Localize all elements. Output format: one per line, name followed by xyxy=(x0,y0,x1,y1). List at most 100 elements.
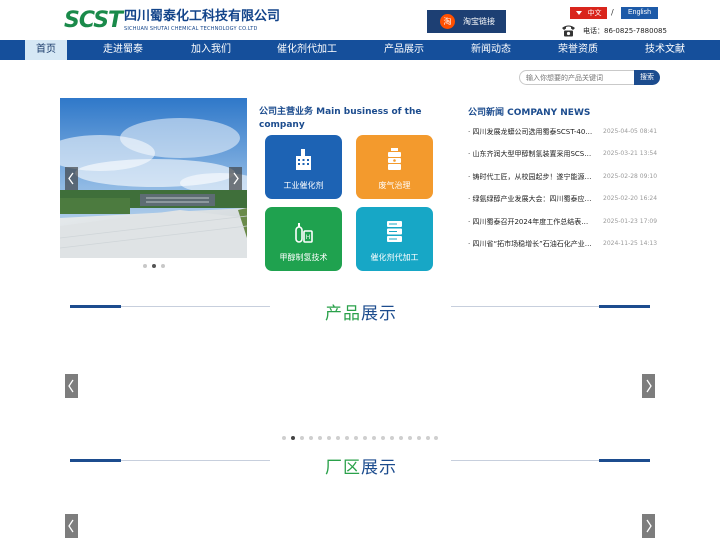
nav-item-about[interactable]: 走进蜀泰 xyxy=(92,40,154,60)
products-title-blue: 展示 xyxy=(361,304,397,324)
news-section-title: 公司新闻 COMPANY NEWS xyxy=(468,108,591,118)
news-item-title: · 四川发展龙蟒公司选用蜀泰SCST-401催化剂 xyxy=(468,128,594,136)
language-english-button[interactable]: English xyxy=(621,7,658,19)
news-item[interactable]: · 山东齐润大型甲醇制氢装置采用SCST催化剂 2025-03-21 13:54 xyxy=(468,148,658,160)
chevron-left-icon xyxy=(68,379,74,393)
factory-next-button[interactable] xyxy=(642,514,655,538)
news-item[interactable]: · 四川省“拓市场稳增长”石油石化产业对接会 2024-11-25 14:13 xyxy=(468,238,658,250)
products-section-title: 产品展示 xyxy=(325,303,397,325)
nav-item-technical-docs[interactable]: 技术文献 xyxy=(634,40,696,60)
nav-item-honors[interactable]: 荣誉资质 xyxy=(547,40,609,60)
language-chinese-label: 中文 xyxy=(587,9,602,17)
section-divider xyxy=(121,460,270,461)
factory-section-title: 厂区展示 xyxy=(325,457,397,479)
taobao-icon: 淘 xyxy=(440,14,455,29)
news-item[interactable]: · 四川蜀泰召开2024年度工作总结表彰大会 2025-01-23 17:09 xyxy=(468,216,658,228)
company-name-cn: 四川蜀泰化工科技有限公司 xyxy=(124,9,281,24)
products-carousel-dot[interactable] xyxy=(390,436,394,440)
products-carousel-dot[interactable] xyxy=(336,436,340,440)
company-logo[interactable]: SCST 四川蜀泰化工科技有限公司 SICHUAN SHUTAI CHEMICA… xyxy=(64,8,281,35)
products-carousel-dot[interactable] xyxy=(318,436,322,440)
language-chinese-button[interactable]: 中文 xyxy=(570,7,607,19)
business-tile-label: 废气治理 xyxy=(378,181,411,190)
news-item-title: · 铸时代工匠，从校园起步！遂宁能源学院 xyxy=(468,173,594,181)
tower-icon xyxy=(388,148,401,170)
products-title-green: 产品 xyxy=(325,304,361,324)
section-divider xyxy=(70,459,121,462)
section-divider xyxy=(599,305,650,308)
news-item[interactable]: · 四川发展龙蟒公司选用蜀泰SCST-401催化剂 2025-04-05 08:… xyxy=(468,126,658,138)
campus-photo xyxy=(60,98,247,258)
taobao-link-button[interactable]: 淘 淘宝链接 xyxy=(427,10,506,33)
products-carousel-dot[interactable] xyxy=(399,436,403,440)
products-carousel-dot[interactable] xyxy=(354,436,358,440)
nav-item-products[interactable]: 产品展示 xyxy=(373,40,435,60)
chevron-left-icon xyxy=(68,172,74,185)
factory-title-blue: 展示 xyxy=(361,458,397,478)
news-item[interactable]: · 绿氨绿醇产业发展大会：四川蜀泰应邀参会 2025-02-20 16:24 xyxy=(468,193,658,205)
products-carousel-dot[interactable] xyxy=(417,436,421,440)
search-button[interactable]: 搜索 xyxy=(634,70,660,85)
products-carousel-dot[interactable] xyxy=(282,436,286,440)
svg-text:H: H xyxy=(306,234,311,241)
business-tile-methanol-hydrogen[interactable]: H 甲醇制氢技术 xyxy=(265,207,342,271)
chevron-left-icon xyxy=(68,519,74,533)
hero-slider-image xyxy=(60,98,247,258)
business-section-title: 公司主营业务 Main business of the company xyxy=(259,107,422,130)
search-input[interactable] xyxy=(519,70,635,85)
slider-dot-active[interactable] xyxy=(152,264,156,268)
news-item-title: · 山东齐润大型甲醇制氢装置采用SCST催化剂 xyxy=(468,150,594,158)
news-item-date: 2025-02-28 09:10 xyxy=(603,173,658,180)
news-item-date: 2025-01-23 17:09 xyxy=(603,218,658,225)
section-divider xyxy=(451,306,599,307)
news-item-title: · 绿氨绿醇产业发展大会：四川蜀泰应邀参会 xyxy=(468,195,594,203)
company-name-en: SICHUAN SHUTAI CHEMICAL TECHNOLOGY CO.LT… xyxy=(124,26,258,32)
factory-icon xyxy=(296,149,311,170)
logo-mark: SCST xyxy=(64,8,123,33)
section-divider xyxy=(70,305,121,308)
products-carousel-dot[interactable] xyxy=(381,436,385,440)
news-item[interactable]: · 铸时代工匠，从校园起步！遂宁能源学院 2025-02-28 09:10 xyxy=(468,171,658,183)
nav-item-catalyst-processing[interactable]: 催化剂代加工 xyxy=(267,40,347,60)
business-tile-label: 催化剂代加工 xyxy=(370,253,419,262)
business-tile-exhaust-treatment[interactable]: 废气治理 xyxy=(356,135,433,199)
business-tile-label: 甲醇制氢技术 xyxy=(279,253,328,262)
slider-dot[interactable] xyxy=(161,264,165,268)
products-carousel-dot[interactable] xyxy=(426,436,430,440)
phone-icon xyxy=(562,25,575,37)
news-item-title: · 四川蜀泰召开2024年度工作总结表彰大会 xyxy=(468,218,594,226)
slider-dot[interactable] xyxy=(143,264,147,268)
products-carousel-dot[interactable] xyxy=(372,436,376,440)
products-carousel-dot[interactable] xyxy=(434,436,438,440)
business-tile-catalyst-processing[interactable]: 催化剂代加工 xyxy=(356,207,433,271)
nav-item-home[interactable]: 首页 xyxy=(25,40,67,60)
business-tile-label: 工业催化剂 xyxy=(283,181,324,190)
nav-item-news[interactable]: 新闻动态 xyxy=(460,40,522,60)
slider-prev-button[interactable] xyxy=(65,167,78,190)
factory-title-green: 厂区 xyxy=(325,458,361,478)
products-carousel-dot[interactable] xyxy=(363,436,367,440)
homepage: SCST 四川蜀泰化工科技有限公司 SICHUAN SHUTAI CHEMICA… xyxy=(0,0,720,540)
chevron-right-icon xyxy=(646,379,652,393)
hydrogen-tank-icon: H xyxy=(295,223,313,243)
chevron-right-icon xyxy=(646,519,652,533)
news-item-date: 2024-11-25 14:13 xyxy=(603,240,658,247)
products-carousel-dot-active[interactable] xyxy=(291,436,295,440)
products-next-button[interactable] xyxy=(642,374,655,398)
products-carousel-dot[interactable] xyxy=(309,436,313,440)
news-item-date: 2025-03-21 13:54 xyxy=(603,150,658,157)
products-carousel-dot[interactable] xyxy=(408,436,412,440)
taobao-label: 淘宝链接 xyxy=(463,17,495,26)
business-tile-industrial-catalyst[interactable]: 工业催化剂 xyxy=(265,135,342,199)
language-separator: / xyxy=(611,8,614,17)
nav-item-join-us[interactable]: 加入我们 xyxy=(180,40,242,60)
products-prev-button[interactable] xyxy=(65,374,78,398)
factory-prev-button[interactable] xyxy=(65,514,78,538)
news-item-title: · 四川省“拓市场稳增长”石油石化产业对接会 xyxy=(468,240,594,248)
chevron-right-icon xyxy=(233,172,239,185)
slider-next-button[interactable] xyxy=(229,167,242,190)
news-item-date: 2025-02-20 16:24 xyxy=(603,195,658,202)
products-carousel-dot[interactable] xyxy=(300,436,304,440)
products-carousel-dot[interactable] xyxy=(345,436,349,440)
products-carousel-dot[interactable] xyxy=(327,436,331,440)
